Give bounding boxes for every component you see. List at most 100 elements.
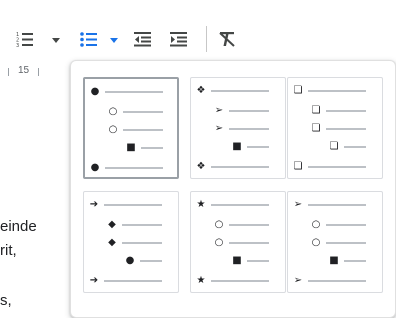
bullet-preset-row: ❏ [328,142,366,152]
bullet-text-placeholder [229,110,269,112]
bullet-glyph: ➔ [89,199,99,210]
bullet-preset-row: ❏ [310,106,366,116]
bullet-preset-row: ❖ [195,162,269,172]
bullet-text-placeholder [211,166,269,168]
bullet-glyph: ● [90,86,100,97]
bullet-glyph: ➢ [293,275,303,286]
bullet-preset-row: ❖ [195,86,269,96]
bullet-text-placeholder [344,260,366,262]
doc-text-line: s, [0,292,12,309]
bullet-preset-row: ➢ [213,106,269,116]
bullet-text-placeholder [123,129,163,131]
bullet-preset-row: ➢ [292,200,366,210]
bullet-text-placeholder [344,146,366,148]
bullet-glyph: ○ [214,237,224,248]
bullet-text-placeholder [141,147,163,149]
svg-text:3: 3 [16,43,19,47]
bullet-text-placeholder [229,224,269,226]
bullet-glyph: ★ [196,199,206,210]
bullet-preset-row: ➢ [213,124,269,134]
bullet-glyph: ★ [196,275,206,286]
bullet-glyph: ❏ [311,105,321,116]
toolbar-divider [206,26,207,52]
bullet-text-placeholder [123,111,163,113]
bullet-style-menu: ● ○ ○ ■ ● ❖ ➢ ➢ ■ ❖ ❏ ❏ ❏ ❏ ❏ ➔ ◆ ◆ ● ➔ ★ ○ ○ ■ ★ ➢ ○ ○ ■ ➢ [70,60,396,318]
bullet-glyph: ○ [214,219,224,230]
bullet-text-placeholder [104,204,162,206]
bullet-glyph: ❖ [196,85,206,96]
bullet-text-placeholder [211,90,269,92]
bullet-text-placeholder [308,204,366,206]
bullet-glyph: ● [125,255,135,266]
bullet-glyph: ○ [108,106,118,117]
bullet-glyph: ○ [108,124,118,135]
bullet-preset-row: ● [89,163,163,173]
bullet-preset-row: ➔ [88,200,162,210]
bullet-text-placeholder [105,167,163,169]
bullet-preset-row: ➢ [292,276,366,286]
bullet-text-placeholder [326,242,366,244]
bullet-glyph: ■ [126,142,136,153]
bullet-preset-row: ◆ [106,220,162,230]
bullet-text-placeholder [105,91,163,93]
numbered-list-dropdown-icon[interactable] [50,34,62,46]
bulleted-list-icon[interactable] [78,28,100,50]
bullet-text-placeholder [122,242,162,244]
bullet-preset-row: ■ [231,256,269,266]
bullet-glyph: ◆ [108,237,116,248]
bullet-text-placeholder [326,224,366,226]
bullet-preset-row: ● [89,87,163,97]
bullet-text-placeholder [247,260,269,262]
bullet-preset-row: ○ [310,238,366,248]
bullet-preset-row: ❏ [292,162,366,172]
bullet-preset-row: ❏ [310,124,366,134]
bullet-preset-card[interactable]: ● ○ ○ ■ ● [83,77,179,179]
bullet-preset-row: ■ [231,142,269,152]
bullet-text-placeholder [211,204,269,206]
bullet-preset-card[interactable]: ❏ ❏ ❏ ❏ ❏ [287,77,383,179]
bullet-text-placeholder [229,128,269,130]
bullet-text-placeholder [308,90,366,92]
bullet-preset-row: ★ [195,276,269,286]
bullet-glyph: ■ [232,255,242,266]
doc-text-line: rit, [0,242,17,259]
bullet-glyph: ❏ [329,141,339,152]
ruler-label: 15 [18,65,30,76]
bullet-preset-row: ● [124,256,162,266]
bullet-glyph: ❏ [311,123,321,134]
bullet-preset-row: ➔ [88,276,162,286]
bullet-text-placeholder [229,242,269,244]
decrease-indent-icon[interactable] [132,28,154,50]
ruler-tick [38,68,39,76]
bullet-glyph: ➢ [214,123,224,134]
bullet-text-placeholder [104,280,162,282]
bullet-glyph: ➔ [89,275,99,286]
increase-indent-icon[interactable] [168,28,190,50]
bulleted-list-dropdown-icon[interactable] [108,34,120,46]
bullet-preset-card[interactable]: ★ ○ ○ ■ ★ [190,191,286,293]
formatting-toolbar: 1 2 3 [0,0,396,58]
bullet-text-placeholder [308,166,366,168]
bullet-glyph: ➢ [214,105,224,116]
bullet-preset-row: ○ [107,107,163,117]
bullet-preset-row: ■ [125,143,163,153]
bullet-glyph: ■ [232,141,242,152]
bullet-preset-row: ○ [213,238,269,248]
clear-formatting-icon[interactable] [216,28,238,50]
bullet-text-placeholder [122,224,162,226]
bullet-glyph: ◆ [108,219,116,230]
bullet-preset-card[interactable]: ➔ ◆ ◆ ● ➔ [83,191,179,293]
bullet-text-placeholder [326,128,366,130]
bullet-preset-row: ■ [328,256,366,266]
bullet-preset-row: ★ [195,200,269,210]
bullet-glyph: ❖ [196,161,206,172]
bullet-preset-row: ❏ [292,86,366,96]
bullet-preset-row: ◆ [106,238,162,248]
numbered-list-icon[interactable]: 1 2 3 [14,28,36,50]
bullet-preset-card[interactable]: ➢ ○ ○ ■ ➢ [287,191,383,293]
bullet-preset-row: ○ [310,220,366,230]
bullet-text-placeholder [308,280,366,282]
bullet-text-placeholder [140,260,162,262]
bullet-preset-card[interactable]: ❖ ➢ ➢ ■ ❖ [190,77,286,179]
doc-text-line: einde [0,218,37,235]
